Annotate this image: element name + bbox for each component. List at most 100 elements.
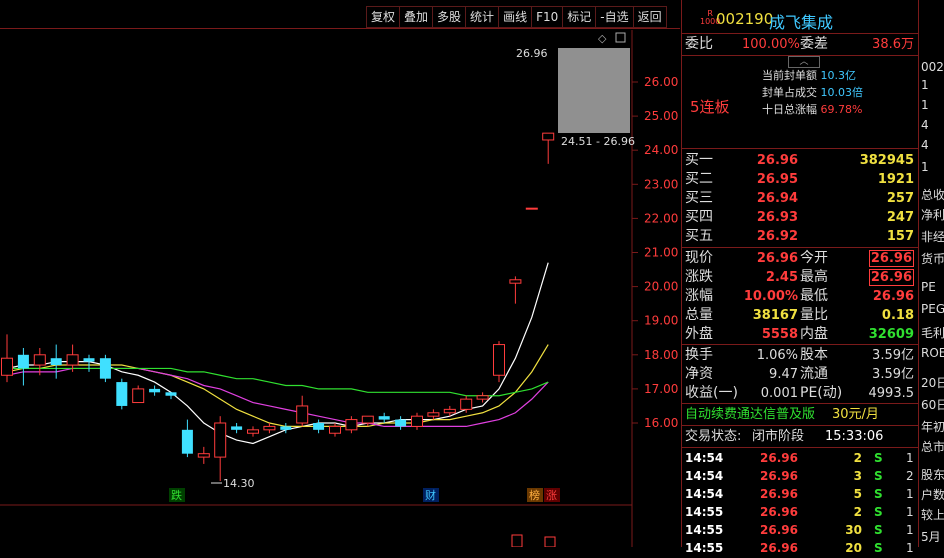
- candle-body: [378, 416, 390, 420]
- ad-text[interactable]: 自动续费通达信普及版: [685, 405, 815, 424]
- bid-volume: 1921: [877, 172, 914, 187]
- tick-volume: 5: [853, 487, 862, 501]
- tick-volume: 30: [845, 523, 862, 537]
- candle-body: [165, 392, 177, 396]
- y-tick-label: 22.00: [644, 211, 678, 225]
- stat-value: 3.59亿: [872, 348, 914, 363]
- strip-item: 20日: [921, 376, 944, 390]
- tick-count: 1: [906, 505, 914, 519]
- info-value: 10.3亿: [820, 69, 857, 82]
- candle-body: [17, 354, 29, 369]
- toolbar-button-zixuan[interactable]: -自选: [595, 6, 634, 28]
- tick-time: 14:55: [685, 505, 724, 519]
- candle-body: [99, 358, 111, 379]
- weibi-label: 委比: [685, 36, 713, 52]
- volume-bar: [511, 534, 523, 547]
- tick-direction: S: [874, 451, 883, 465]
- toolbar-button-fuquan[interactable]: 复权: [366, 6, 401, 28]
- tick-time: 14:54: [685, 451, 724, 465]
- tick-price: 26.96: [760, 523, 798, 537]
- strip-item: 毛利: [921, 326, 944, 340]
- strip-item: 1: [921, 160, 929, 174]
- toolbar-button-tongji[interactable]: 统计: [465, 6, 500, 28]
- quote-value: 26.96: [868, 250, 914, 267]
- trade-status-row: 交易状态: 闭市阶段 15:33:06: [682, 427, 918, 446]
- stock-code: 002190: [716, 10, 774, 28]
- tick-count: 1: [906, 487, 914, 501]
- bid-volume: 247: [886, 210, 914, 225]
- bid-label: 买五: [685, 228, 713, 244]
- candle-body: [427, 412, 440, 417]
- candle-body: [411, 415, 423, 427]
- weicha-value: 38.6万: [872, 37, 914, 52]
- quote-row: 涨跌 2.45 最高 26.96: [682, 268, 918, 287]
- strip-item: PE: [921, 280, 936, 294]
- y-tick-label: 24.00: [644, 143, 678, 157]
- y-tick-label: 20.00: [644, 280, 678, 294]
- quote-label: 量比: [800, 307, 828, 323]
- bid-price: 26.93: [756, 210, 798, 225]
- strip-item: 总市: [921, 440, 944, 454]
- strip-item: ROE: [921, 346, 944, 360]
- candle-body: [83, 358, 95, 362]
- toolbar-button-f10[interactable]: F10: [531, 6, 564, 28]
- strip-item: 户数: [921, 488, 944, 502]
- strip-item: 002: [921, 60, 944, 74]
- y-tick-label: 18.00: [644, 348, 678, 362]
- ma-line-ma10: [6, 344, 549, 428]
- y-tick-label: 17.00: [644, 382, 678, 396]
- bid-volume: 257: [886, 191, 914, 206]
- range-selection-box[interactable]: [558, 48, 630, 133]
- tick-time: 14:55: [685, 523, 724, 537]
- tick-direction: S: [874, 523, 883, 537]
- quote-label: 涨幅: [685, 288, 713, 304]
- y-tick-label: 23.00: [644, 177, 678, 191]
- quote-value: 5558: [761, 327, 798, 342]
- stat-value: 3.59亿: [872, 367, 914, 382]
- ma-line-ma60: [7, 367, 549, 397]
- toolbar-divider: [0, 28, 680, 29]
- strip-item: 4: [921, 138, 929, 152]
- y-tick-label: 25.00: [644, 109, 678, 123]
- toolbar-button-huaxian[interactable]: 画线: [498, 6, 533, 28]
- trade-time: 15:33:06: [825, 429, 884, 444]
- tick-price: 26.96: [760, 505, 798, 519]
- toolbar-button-fanhui[interactable]: 返回: [632, 6, 667, 28]
- candle-body: [542, 132, 555, 141]
- tick-direction: S: [874, 487, 883, 501]
- weibi-value: 100.00%: [742, 37, 800, 52]
- toolbar-button-duogu[interactable]: 多股: [432, 6, 467, 28]
- ad-price[interactable]: 30元/月: [832, 405, 879, 424]
- toolbar-button-diejia[interactable]: 叠加: [399, 6, 434, 28]
- quote-row: 总量 38167 量比 0.18: [682, 306, 918, 325]
- candlesticks: [1, 132, 555, 481]
- quote-label: 最高: [800, 269, 828, 285]
- kline-chart[interactable]: 26.00 25.00 24.00 23.00 22.00 21.00 20.00 19.00…: [0, 30, 680, 547]
- candle-body: [149, 388, 161, 393]
- gear-icon: ◇: [598, 32, 607, 45]
- strip-item: 较上: [921, 508, 944, 522]
- tick-price: 26.96: [760, 487, 798, 501]
- tick-direction: S: [874, 469, 883, 483]
- tick-row: 14:55 26.96 2 S 1: [682, 503, 918, 522]
- quote-label: 今开: [800, 250, 828, 266]
- toolbar-button-biaoji[interactable]: 标记: [562, 6, 597, 28]
- price-grid: [632, 81, 638, 424]
- strip-item: 1: [921, 98, 929, 112]
- tick-volume: 2: [853, 451, 862, 465]
- info-label: 当前封单额: [762, 69, 817, 82]
- panel-toggle-icon[interactable]: [615, 32, 626, 43]
- moving-average-lines: [6, 262, 549, 445]
- candle-body: [132, 388, 145, 404]
- tick-row: 14:54 26.96 3 S 2: [682, 467, 918, 486]
- volume-bars: [511, 534, 556, 547]
- candle-body: [280, 426, 292, 430]
- bid-label: 买四: [685, 209, 713, 225]
- candle-body: [296, 405, 309, 424]
- bid-label: 买一: [685, 152, 713, 168]
- tick-direction: S: [874, 505, 883, 519]
- y-tick-label: 21.00: [644, 246, 678, 260]
- candle-body: [1, 357, 13, 376]
- quote-label: 内盘: [800, 326, 828, 342]
- ad-banner[interactable]: 自动续费通达信普及版 30元/月: [682, 405, 918, 424]
